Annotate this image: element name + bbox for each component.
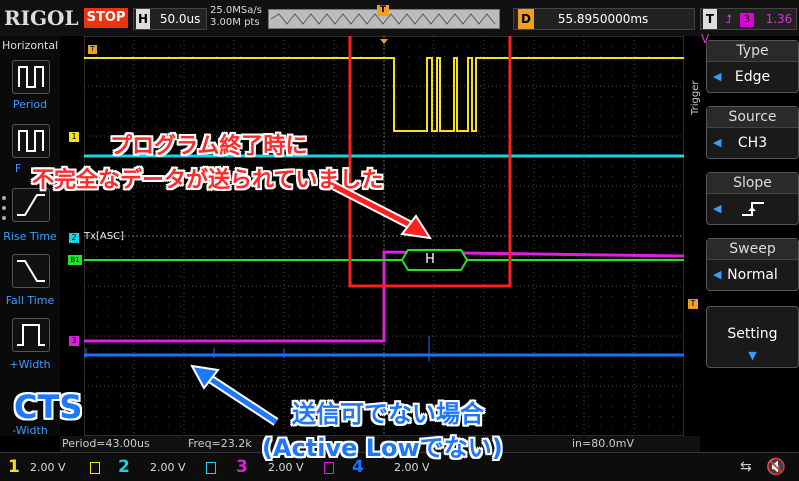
b1-marker[interactable]: B1 (68, 255, 82, 265)
period-label: Period (12, 98, 48, 111)
brand-logo: RIGOL (4, 6, 79, 30)
period-button[interactable] (12, 60, 50, 94)
memory-overview-strip[interactable]: T (268, 5, 500, 29)
type-value: Edge (734, 69, 771, 85)
rising-slope-icon (741, 202, 764, 216)
source-header: Source (707, 107, 798, 128)
ch1-scale: 2.00 V (30, 461, 66, 474)
trigger-menu: Type ◀ Edge Source ◀ CH3 Slope ◀ Sweep ◀ No… (706, 40, 799, 420)
ch2-offset-marker[interactable]: 2 (69, 233, 79, 243)
menu-title: Horizontal (2, 39, 59, 52)
left-arrow-icon: ◀ (713, 268, 722, 281)
positive-width-label: +Width (9, 358, 51, 371)
annotation-blue-line1: 送信可でない場合 (292, 400, 484, 428)
type-header: Type (707, 41, 798, 62)
sweep-value: Normal (727, 267, 778, 283)
ch3-coupling-icon (324, 462, 334, 474)
annotation-blue-line2: (Active Lowでない) (262, 434, 503, 462)
setting-menu[interactable]: Setting ▼ (706, 306, 799, 368)
vmin-measurement: in=80.0mV (572, 437, 634, 450)
type-menu[interactable]: Type ◀ Edge (706, 40, 799, 93)
run-stop-button[interactable]: STOP (84, 8, 128, 28)
trigger-key: T (703, 9, 717, 29)
timebase-display[interactable]: H 50.0us (133, 8, 207, 30)
trigger-display[interactable]: T ⮥ 3 1.36 V (700, 8, 797, 46)
ch1-offset-marker[interactable]: 1 (69, 132, 79, 142)
period-measurement: Period=43.00us (62, 437, 150, 450)
trigger-source-badge: 3 (739, 12, 754, 27)
frequency-button[interactable] (12, 124, 50, 158)
left-arrow-icon: ◀ (713, 70, 722, 83)
trigger-position-marker: T (377, 5, 389, 16)
left-arrow-icon: ◀ (713, 136, 722, 149)
speaker-muted-icon[interactable]: 🔇 (766, 457, 786, 476)
frequency-icon (18, 130, 44, 152)
ch2-decode-label: Tx[ASC] (84, 231, 124, 242)
sweep-menu[interactable]: Sweep ◀ Normal (706, 238, 799, 291)
down-arrow-icon: ▼ (748, 349, 757, 362)
decode-value-label: H (425, 252, 435, 267)
delay-value: 55.8950000ms (557, 12, 649, 26)
delay-key: D (518, 9, 534, 29)
fall-time-label: Fall Time (5, 294, 55, 307)
source-menu[interactable]: Source ◀ CH3 (706, 106, 799, 159)
annotation-cts: CTS (14, 388, 83, 426)
rise-time-label: Rise Time (3, 230, 57, 243)
acquisition-info: 25.0MSa/s 3.00M pts (210, 5, 262, 29)
timebase-value: 50.0us (159, 12, 201, 26)
ch1-number[interactable]: 1 (8, 457, 20, 477)
frequency-measurement: Freq=23.2k (188, 437, 252, 450)
ch2-coupling-icon (206, 462, 216, 474)
ch3-offset-marker[interactable]: 3 (69, 336, 79, 346)
slope-menu[interactable]: Slope ◀ (706, 172, 799, 225)
setting-label: Setting (727, 326, 778, 342)
trigger-menu-title: Trigger (690, 80, 701, 116)
ch1-coupling-icon (90, 462, 100, 474)
delay-display[interactable]: D 55.8950000ms (513, 8, 695, 30)
blue-arrow-icon (190, 364, 279, 426)
page-dots-icon (2, 196, 6, 226)
left-arrow-icon: ◀ (713, 202, 722, 215)
sweep-header: Sweep (707, 239, 798, 260)
ch1-trigger-flag: T (88, 45, 97, 54)
trigger-level-marker[interactable]: T (688, 299, 698, 309)
fall-time-button[interactable] (12, 254, 50, 288)
period-icon (18, 66, 44, 88)
sample-rate: 25.0MSa/s (210, 5, 262, 16)
timebase-key: H (136, 9, 150, 29)
red-arrow-icon (331, 181, 433, 240)
fall-time-icon (17, 260, 45, 282)
ch2-scale: 2.00 V (150, 461, 186, 474)
usb-icon: ⇆ (740, 459, 752, 475)
positive-width-icon (17, 324, 45, 346)
rising-edge-icon: ⮥ (724, 12, 732, 26)
annotation-red-line1: プログラム終了時に (110, 134, 308, 159)
memory-depth: 3.00M pts (210, 17, 260, 28)
positive-width-button[interactable] (12, 318, 50, 352)
ch2-number[interactable]: 2 (118, 457, 130, 477)
ch3-number[interactable]: 3 (236, 457, 248, 477)
slope-header: Slope (707, 173, 798, 194)
source-value: CH3 (737, 135, 768, 151)
